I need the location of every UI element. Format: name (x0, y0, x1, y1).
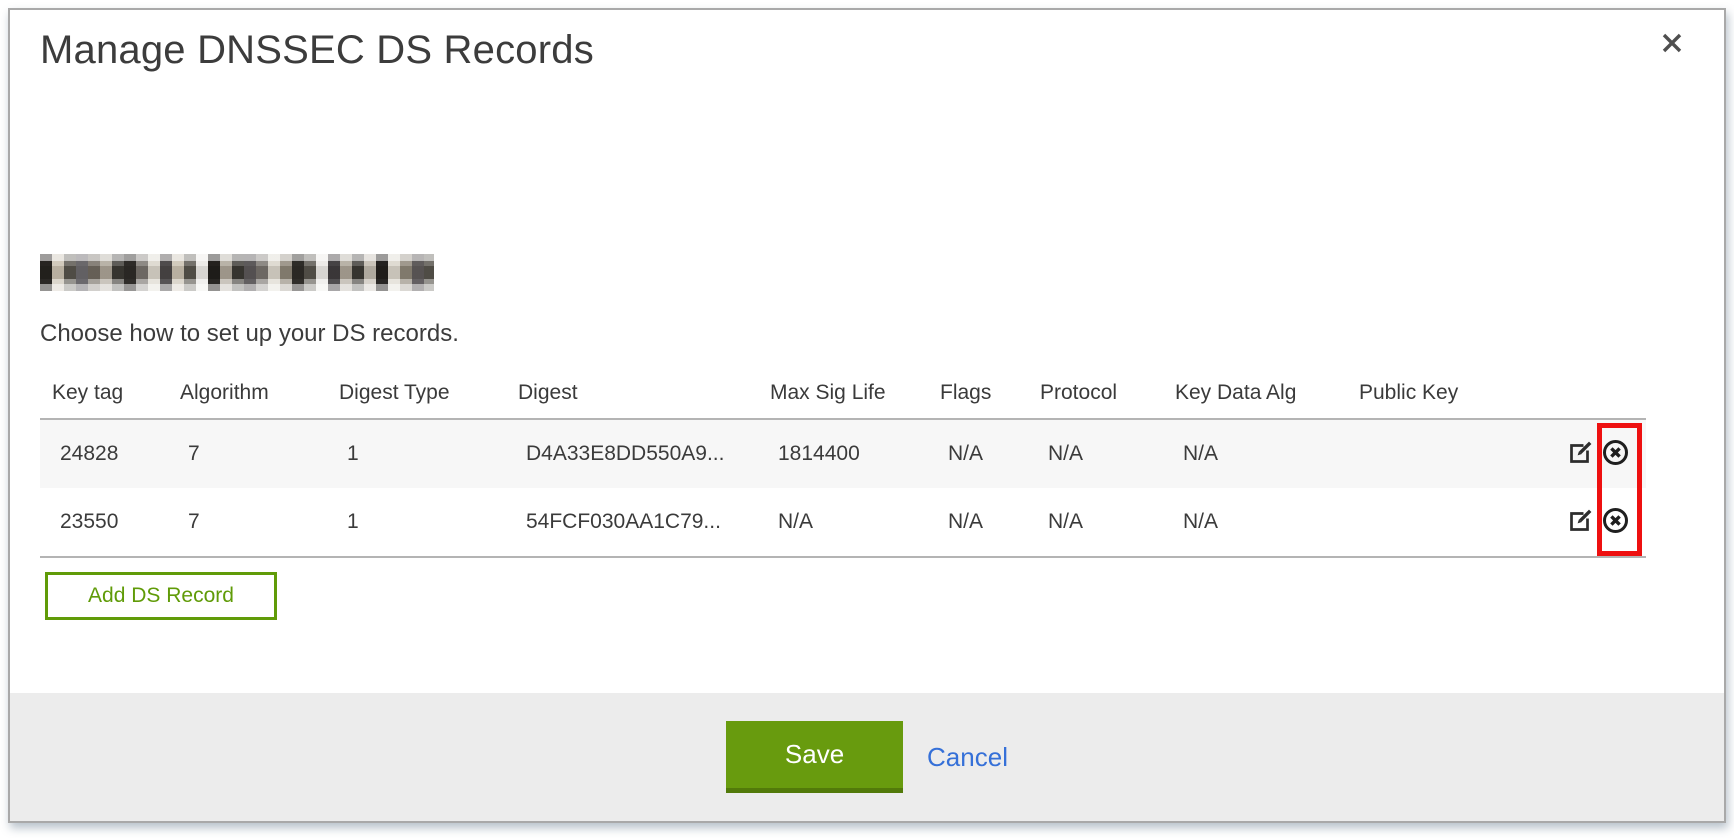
delete-circle-x-icon (1601, 438, 1630, 470)
cell-max-sig-life: N/A (770, 510, 940, 534)
header-protocol: Protocol (1040, 381, 1175, 405)
dialog-footer: Save Cancel (10, 693, 1724, 821)
cell-protocol: N/A (1040, 510, 1175, 534)
cell-key-data-alg: N/A (1175, 442, 1359, 466)
cancel-link[interactable]: Cancel (927, 742, 1008, 773)
header-key-data-alg: Key Data Alg (1175, 381, 1359, 405)
cell-flags: N/A (940, 442, 1040, 466)
cell-key-data-alg: N/A (1175, 510, 1359, 534)
cell-algorithm: 7 (180, 442, 339, 466)
close-button[interactable] (1652, 24, 1692, 64)
header-key-tag: Key tag (52, 381, 180, 405)
manage-dnssec-dialog: Manage DNSSEC DS Records Choose how to s… (8, 8, 1726, 823)
header-flags: Flags (940, 381, 1040, 405)
table-row: 24828 7 1 D4A33E8DD550A9... 1814400 N/A … (40, 420, 1646, 488)
header-public-key: Public Key (1359, 381, 1554, 405)
header-algorithm: Algorithm (180, 381, 339, 405)
dialog-title: Manage DNSSEC DS Records (40, 28, 594, 73)
delete-circle-x-icon (1601, 506, 1630, 538)
cell-flags: N/A (940, 510, 1040, 534)
header-max-sig-life: Max Sig Life (770, 381, 940, 405)
table-body: 24828 7 1 D4A33E8DD550A9... 1814400 N/A … (40, 418, 1646, 558)
edit-pencil-icon (1567, 507, 1594, 537)
edit-record-button[interactable] (1567, 507, 1594, 537)
cell-digest-type: 1 (339, 442, 518, 466)
row-actions (1554, 506, 1646, 538)
table-row: 23550 7 1 54FCF030AA1C79... N/A N/A N/A … (40, 488, 1646, 556)
cell-digest: 54FCF030AA1C79... (518, 510, 770, 534)
delete-record-button[interactable] (1601, 438, 1630, 470)
edit-record-button[interactable] (1567, 439, 1594, 469)
edit-pencil-icon (1567, 439, 1594, 469)
redacted-domain-name (40, 254, 434, 291)
save-button[interactable]: Save (726, 721, 903, 793)
cell-digest: D4A33E8DD550A9... (518, 442, 770, 466)
close-icon (1660, 31, 1684, 58)
cell-protocol: N/A (1040, 442, 1175, 466)
ds-records-table: Key tag Algorithm Digest Type Digest Max… (40, 368, 1646, 558)
header-digest-type: Digest Type (339, 381, 518, 405)
header-digest: Digest (518, 381, 770, 405)
delete-record-button[interactable] (1601, 506, 1630, 538)
cell-key-tag: 23550 (52, 510, 180, 534)
add-ds-record-button[interactable]: Add DS Record (45, 572, 277, 620)
instruction-text: Choose how to set up your DS records. (40, 320, 459, 348)
table-header-row: Key tag Algorithm Digest Type Digest Max… (40, 368, 1646, 418)
cell-algorithm: 7 (180, 510, 339, 534)
cell-key-tag: 24828 (52, 442, 180, 466)
cell-max-sig-life: 1814400 (770, 442, 940, 466)
row-actions (1554, 438, 1646, 470)
cell-digest-type: 1 (339, 510, 518, 534)
